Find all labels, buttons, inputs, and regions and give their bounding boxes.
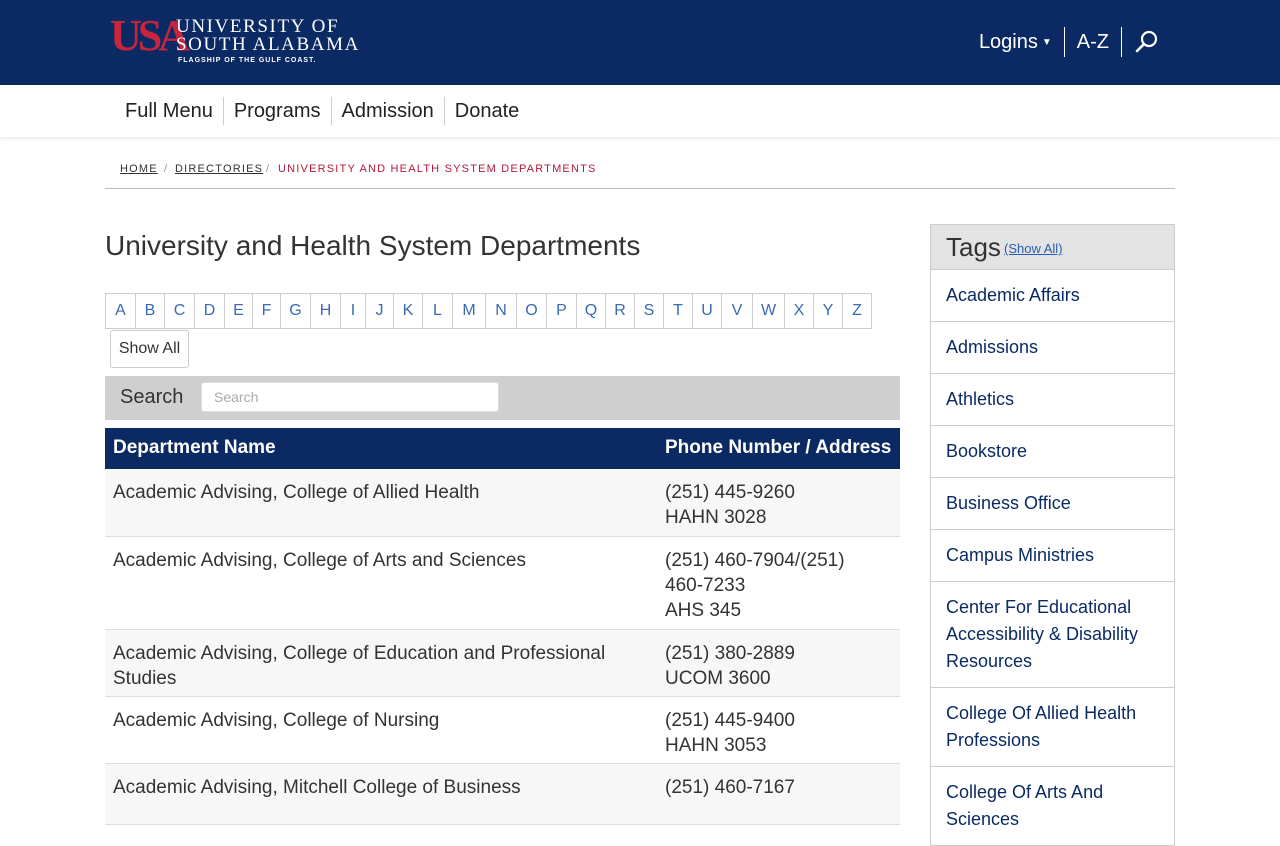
table-row: Academic Advising, College of Education …	[105, 630, 900, 697]
breadcrumb: Home / Directories / University and Heal…	[105, 155, 1175, 189]
main-nav: Full Menu Programs Admission Donate	[0, 85, 1280, 137]
department-name: Academic Advising, College of Arts and S…	[113, 550, 526, 571]
logins-dropdown[interactable]: Logins ▼	[967, 31, 1064, 54]
header-utility-links: Logins ▼ A-Z	[967, 27, 1160, 57]
tags-show-all-link[interactable]: (Show All)	[1004, 241, 1063, 256]
breadcrumb-current: University and Health System Departments	[278, 163, 597, 175]
page-title: University and Health System Departments	[105, 230, 641, 261]
logo-wordmark: UNIVERSITY OF SOUTH ALABAMA	[176, 17, 360, 55]
tag-campus-ministries[interactable]: Campus Ministries	[930, 530, 1175, 582]
tag-business-office[interactable]: Business Office	[930, 478, 1175, 530]
departments-table: Department Name Phone Number / Address A…	[105, 428, 900, 825]
phone-number: (251) 445-9260	[665, 482, 795, 503]
search-bar: Search	[105, 376, 900, 420]
address: HAHN 3028	[665, 507, 767, 528]
address: AHS 345	[665, 600, 742, 621]
tags-title: Tags	[946, 232, 1001, 262]
logo-tagline: FLAGSHIP OF THE GULF COAST.	[178, 57, 317, 64]
nav-donate[interactable]: Donate	[445, 97, 530, 125]
nav-admission[interactable]: Admission	[332, 97, 444, 125]
department-contact: (251) 445-9400 HAHN 3053	[665, 708, 885, 758]
column-header-phone[interactable]: Phone Number / Address	[665, 437, 891, 459]
letter-filter-l[interactable]: L	[422, 293, 452, 329]
department-name: Academic Advising, College of Allied Hea…	[113, 482, 480, 503]
tag-arts-and-sciences[interactable]: College Of Arts And Sciences	[930, 767, 1175, 846]
letter-filter-j[interactable]: J	[365, 293, 393, 329]
department-name: Academic Advising, Mitchell College of B…	[113, 777, 521, 798]
letter-filter-k[interactable]: K	[393, 293, 422, 329]
letter-filter-s[interactable]: S	[634, 293, 663, 329]
letter-filter-u[interactable]: U	[692, 293, 721, 329]
table-row: Academic Advising, Mitchell College of B…	[105, 764, 900, 825]
letter-filter-b[interactable]: B	[135, 293, 164, 329]
tag-athletics[interactable]: Athletics	[930, 374, 1175, 426]
breadcrumb-separator: /	[266, 163, 271, 175]
letter-filter-c[interactable]: C	[164, 293, 194, 329]
table-header: Department Name Phone Number / Address	[105, 428, 900, 469]
tag-admissions[interactable]: Admissions	[930, 322, 1175, 374]
letter-filter-i[interactable]: I	[340, 293, 365, 329]
department-name: Academic Advising, College of Nursing	[113, 710, 440, 731]
letter-filter-p[interactable]: P	[546, 293, 576, 329]
tag-educational-accessibility[interactable]: Center For Educational Accessibility & D…	[930, 582, 1175, 688]
letter-filter-m[interactable]: M	[452, 293, 485, 329]
letter-filter-q[interactable]: Q	[576, 293, 605, 329]
university-logo[interactable]: USA UNIVERSITY OF SOUTH ALABAMA FLAGSHIP…	[110, 12, 370, 68]
search-label: Search	[120, 386, 184, 408]
phone-number: (251) 460-7167	[665, 777, 795, 798]
letter-filter-t[interactable]: T	[663, 293, 692, 329]
tags-header: Tags (Show All)	[930, 224, 1175, 270]
department-contact: (251) 460-7904/(251) 460-7233 AHS 345	[665, 548, 885, 623]
nav-programs[interactable]: Programs	[224, 97, 331, 125]
letter-filter-d[interactable]: D	[194, 293, 224, 329]
caret-down-icon: ▼	[1041, 36, 1052, 48]
department-contact: (251) 380-2889 UCOM 3600	[665, 641, 885, 691]
letter-filter-f[interactable]: F	[252, 293, 280, 329]
tag-bookstore[interactable]: Bookstore	[930, 426, 1175, 478]
table-row: Academic Advising, College of Arts and S…	[105, 537, 900, 630]
breadcrumb-directories[interactable]: Directories	[175, 163, 263, 175]
tag-allied-health[interactable]: College Of Allied Health Professions	[930, 688, 1175, 767]
breadcrumb-home[interactable]: Home	[120, 163, 158, 175]
department-name: Academic Advising, College of Education …	[113, 643, 606, 689]
letter-filter-x[interactable]: X	[784, 293, 813, 329]
address: UCOM 3600	[665, 668, 771, 689]
letter-filter-z[interactable]: Z	[842, 293, 872, 329]
tags-sidebar: Tags (Show All) Academic Affairs Admissi…	[930, 224, 1175, 846]
phone-number: (251) 445-9400	[665, 710, 795, 731]
nav-full-menu[interactable]: Full Menu	[115, 97, 223, 125]
letter-filter-h[interactable]: H	[310, 293, 340, 329]
tag-academic-affairs[interactable]: Academic Affairs	[930, 270, 1175, 322]
address: HAHN 3053	[665, 735, 767, 756]
logins-label: Logins	[978, 30, 1038, 53]
search-icon[interactable]	[1122, 29, 1160, 55]
letter-filter-w[interactable]: W	[752, 293, 784, 329]
site-header: USA UNIVERSITY OF SOUTH ALABAMA FLAGSHIP…	[0, 0, 1280, 85]
search-input[interactable]	[201, 382, 499, 412]
logo-line-2: SOUTH ALABAMA	[176, 34, 360, 55]
alphabet-filter: ABCDEFGHIJKLMNOPQRSTUVWXYZ	[105, 293, 872, 329]
letter-filter-e[interactable]: E	[224, 293, 252, 329]
letter-filter-r[interactable]: R	[605, 293, 634, 329]
letter-filter-v[interactable]: V	[721, 293, 752, 329]
usa-logo-mark: USA	[110, 11, 190, 60]
table-row: Academic Advising, College of Nursing (2…	[105, 697, 900, 764]
column-header-department[interactable]: Department Name	[113, 437, 276, 459]
department-contact: (251) 460-7167	[665, 775, 885, 800]
letter-filter-a[interactable]: A	[105, 293, 135, 329]
phone-number: (251) 460-7904/(251) 460-7233	[665, 550, 845, 596]
letter-filter-n[interactable]: N	[485, 293, 516, 329]
department-contact: (251) 445-9260 HAHN 3028	[665, 480, 885, 530]
letter-filter-g[interactable]: G	[280, 293, 310, 329]
letter-filter-o[interactable]: O	[516, 293, 546, 329]
phone-number: (251) 380-2889	[665, 643, 795, 664]
letter-filter-y[interactable]: Y	[813, 293, 842, 329]
table-row: Academic Advising, College of Allied Hea…	[105, 469, 900, 537]
breadcrumb-separator: /	[164, 163, 169, 175]
show-all-button[interactable]: Show All	[110, 330, 189, 368]
a-z-link[interactable]: A-Z	[1065, 31, 1121, 54]
